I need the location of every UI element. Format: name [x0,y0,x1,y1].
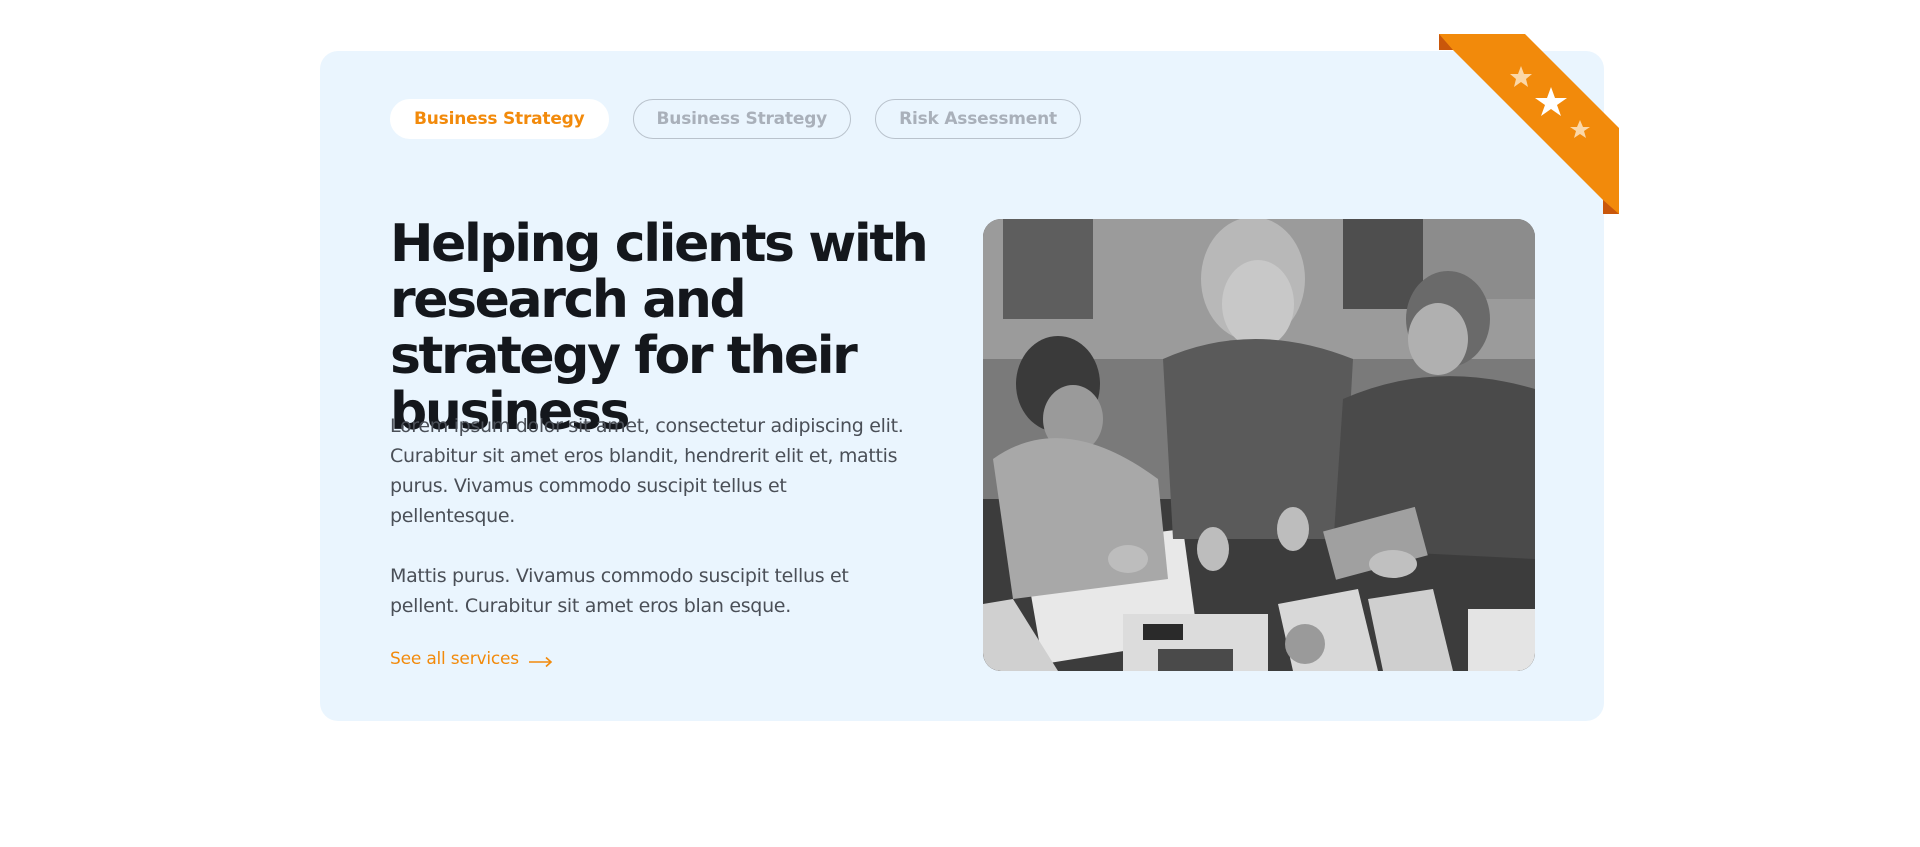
team-meeting-photo [983,219,1535,671]
services-card: Business Strategy Business Strategy Risk… [320,51,1604,721]
see-all-services-link[interactable]: See all services [390,649,553,669]
tab-risk-assessment[interactable]: Risk Assessment [875,99,1081,139]
description-paragraph-2: Mattis purus. Vivamus commodo suscipit t… [390,565,849,617]
see-all-services-label: See all services [390,649,519,669]
page-title: Helping clients with research and strate… [390,214,929,442]
tab-business-strategy[interactable]: Business Strategy [632,99,852,139]
ribbon-badge [1439,34,1619,214]
description-paragraph-1: Lorem ipsum dolor sit amet, consectetur … [390,415,904,527]
arrow-right-icon [528,653,553,668]
tab-business-strategy-active[interactable]: Business Strategy [390,99,609,139]
tab-bar: Business Strategy Business Strategy Risk… [390,99,1081,139]
